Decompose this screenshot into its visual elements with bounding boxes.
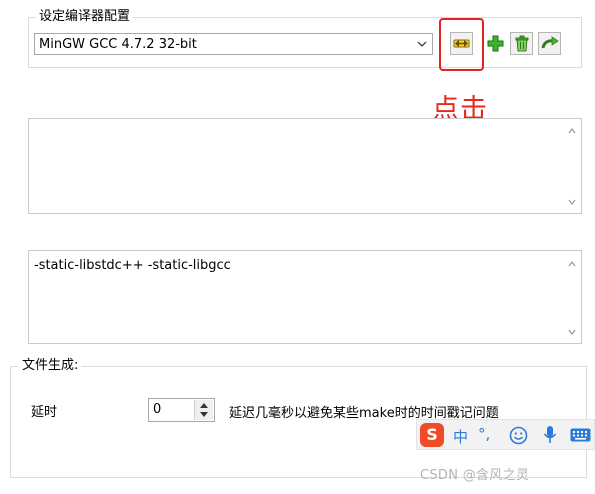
keyboard-icon[interactable] [570, 428, 591, 442]
linker-options-textarea[interactable]: -static-libstdc++ -static-libgcc [28, 250, 582, 344]
scroll-down-icon[interactable] [567, 197, 577, 207]
scroll-up-icon[interactable] [567, 259, 577, 269]
spin-down-button[interactable] [195, 410, 213, 420]
linker-options-scrollbar[interactable] [563, 251, 581, 343]
click-highlight-box [439, 18, 484, 71]
delay-value: 0 [153, 402, 162, 417]
chevron-down-icon [417, 41, 427, 47]
spin-up-button[interactable] [195, 400, 213, 410]
green-plus-icon [487, 35, 504, 52]
ime-language-toggle[interactable]: 中 [453, 426, 468, 447]
compiler-group-title: 设定编译器配置 [36, 9, 134, 25]
ime-toolbar: S 中 °, [416, 419, 595, 450]
add-config-button[interactable] [484, 32, 507, 55]
ime-punctuation-toggle[interactable]: °, [478, 425, 490, 443]
emoji-icon[interactable] [509, 426, 528, 445]
csdn-watermark: CSDN @含风之灵 [420, 468, 530, 483]
compiler-select[interactable]: MinGW GCC 4.7.2 32-bit [34, 33, 433, 55]
delay-spin-buttons [194, 400, 213, 420]
compiler-select-value: MinGW GCC 4.7.2 32-bit [39, 36, 197, 52]
delay-label: 延时 [31, 405, 58, 420]
sogou-logo-icon[interactable]: S [420, 423, 444, 447]
import-config-button[interactable] [538, 32, 561, 55]
trash-icon [515, 35, 528, 52]
spin-down-icon [200, 412, 208, 417]
scroll-down-icon[interactable] [567, 327, 577, 337]
microphone-icon[interactable] [543, 425, 557, 445]
curved-arrow-icon [541, 36, 559, 49]
delete-config-button[interactable] [510, 32, 533, 55]
scroll-up-icon[interactable] [567, 126, 577, 136]
compiler-options-scrollbar[interactable] [563, 119, 581, 213]
delay-spinbox[interactable]: 0 [148, 398, 215, 422]
compiler-options-textarea[interactable] [28, 118, 582, 214]
file-generation-title: 文件生成: [19, 358, 82, 374]
linker-options-text: -static-libstdc++ -static-libgcc [34, 258, 231, 273]
spin-up-icon [200, 403, 208, 408]
